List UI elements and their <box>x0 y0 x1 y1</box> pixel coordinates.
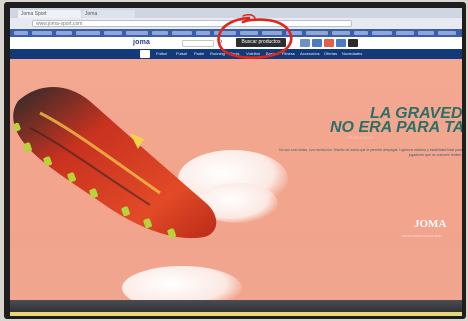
browser-tab-active[interactable]: Joma Sport <box>18 10 81 18</box>
language-button[interactable] <box>336 39 346 47</box>
bookmark-item[interactable] <box>56 31 72 35</box>
nav-item[interactable]: Ofertas <box>324 49 337 59</box>
hero-subtitle: PROPULSION <box>347 135 374 140</box>
bookmark-item[interactable] <box>332 31 350 35</box>
site-logo[interactable]: joma <box>133 39 150 46</box>
bookmark-item[interactable] <box>372 31 392 35</box>
nav-item[interactable]: Novedades <box>342 49 362 59</box>
nav-item[interactable]: Futsal <box>176 49 187 59</box>
menu-button[interactable] <box>348 39 358 47</box>
cookie-banner[interactable] <box>10 312 462 316</box>
home-icon[interactable] <box>140 50 150 58</box>
bookmark-item[interactable] <box>76 31 100 35</box>
bookmark-item[interactable] <box>418 31 434 35</box>
wishlist-button[interactable] <box>312 39 322 47</box>
bookmark-item[interactable] <box>32 31 52 35</box>
account-button[interactable] <box>300 39 310 47</box>
bookmark-item[interactable] <box>196 31 210 35</box>
nav-item[interactable]: Fútbol <box>156 49 167 59</box>
nav-item[interactable]: Padel <box>194 49 204 59</box>
bookmark-item[interactable] <box>354 31 368 35</box>
red-circle-annotation <box>217 14 293 59</box>
bookmark-item[interactable] <box>104 31 122 35</box>
url-input[interactable]: www.joma-sport.com <box>32 20 352 27</box>
brand-subtitle: PROPULSION COLLECTION <box>402 234 442 238</box>
brand-logo[interactable]: JOMA <box>414 218 446 230</box>
cart-button[interactable] <box>324 39 334 47</box>
bookmark-item[interactable] <box>172 31 192 35</box>
bookmark-item[interactable] <box>306 31 328 35</box>
bookmark-item[interactable] <box>126 31 148 35</box>
bookmark-item[interactable] <box>396 31 414 35</box>
football-boot-image <box>13 86 217 239</box>
browser-tab[interactable]: Joma <box>82 10 135 18</box>
bookmark-item[interactable] <box>438 31 456 35</box>
nav-item[interactable]: Accesorios <box>300 49 320 59</box>
bookmark-item[interactable] <box>14 31 28 35</box>
bookmark-item[interactable] <box>152 31 168 35</box>
hero-body-text: No son solo botas, son revolución. Diseñ… <box>279 148 462 157</box>
